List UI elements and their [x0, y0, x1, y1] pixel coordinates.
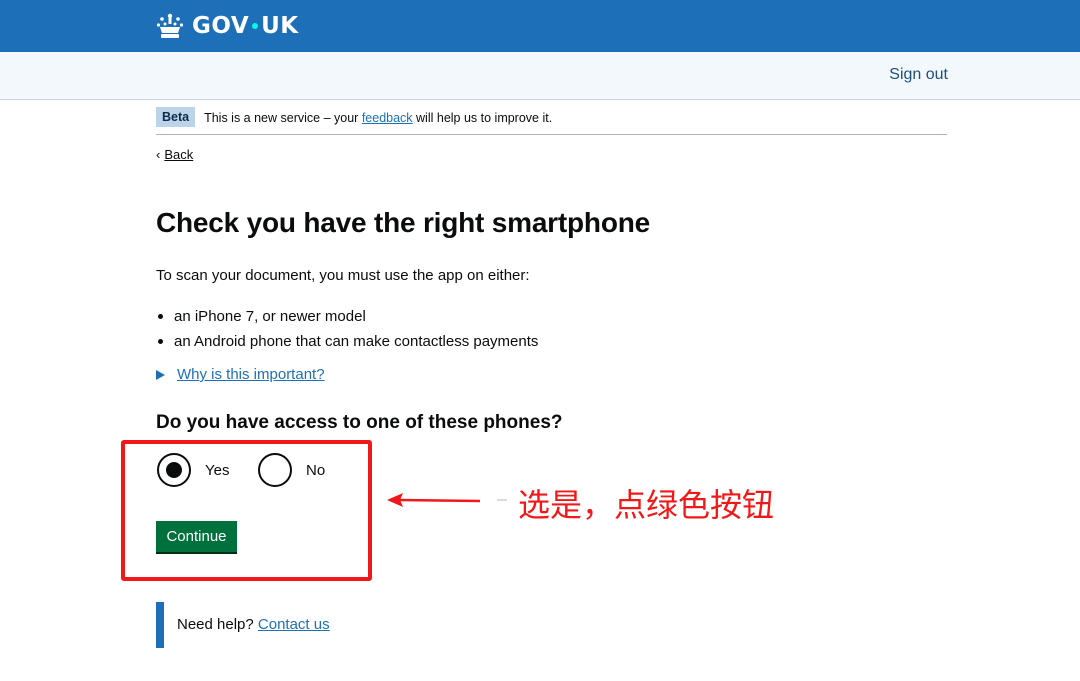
help-inset-bar [156, 602, 164, 648]
annotation-arrow-icon [387, 493, 507, 507]
list-item: an iPhone 7, or newer model [156, 304, 538, 329]
list-item: an Android phone that can make contactle… [156, 329, 538, 354]
logo-text-gov: GOV [192, 13, 250, 39]
govuk-header: GOV UK [0, 0, 1080, 52]
phone-requirements-list: an iPhone 7, or newer model an Android p… [156, 304, 538, 354]
govuk-logo-link[interactable]: GOV UK [156, 10, 299, 42]
triangle-right-icon [156, 369, 165, 380]
service-navigation: Sign out [0, 52, 1080, 100]
phone-access-question: Do you have access to one of these phone… [156, 412, 563, 433]
contact-us-link[interactable]: Contact us [258, 616, 330, 633]
page-title: Check you have the right smartphone [156, 207, 650, 238]
chevron-left-icon: ‹ [156, 147, 161, 162]
phase-text-before: This is a new service – your [204, 111, 359, 125]
help-label: Need help? [177, 616, 254, 633]
phase-banner-text: This is a new service – your feedback wi… [204, 107, 552, 125]
logo-text-uk: UK [261, 13, 299, 39]
logo-dot-icon [252, 23, 259, 29]
list-item-text: an iPhone 7, or newer model [174, 308, 366, 325]
crown-icon [156, 13, 184, 38]
phase-text-after: will help us to improve it. [416, 111, 553, 125]
logo-text: GOV UK [192, 13, 299, 39]
bullet-icon [158, 314, 163, 319]
sign-out-link[interactable]: Sign out [889, 66, 948, 84]
feedback-link[interactable]: feedback [362, 111, 413, 125]
details-summary-text: Why is this important? [177, 366, 325, 383]
help-text: Need help? Contact us [177, 616, 330, 633]
intro-text: To scan your document, you must use the … [156, 267, 530, 284]
back-label: Back [164, 147, 194, 162]
annotation-text: 选是，点绿色按钮 [518, 486, 775, 524]
back-link[interactable]: ‹ Back [156, 147, 193, 162]
list-item-text: an Android phone that can make contactle… [174, 333, 539, 350]
bullet-icon [158, 339, 163, 344]
phase-tag: Beta [156, 107, 196, 127]
annotation-highlight-box [121, 440, 372, 581]
phase-banner: Beta This is a new service – your feedba… [156, 107, 947, 135]
why-important-details[interactable]: Why is this important? [156, 366, 325, 383]
